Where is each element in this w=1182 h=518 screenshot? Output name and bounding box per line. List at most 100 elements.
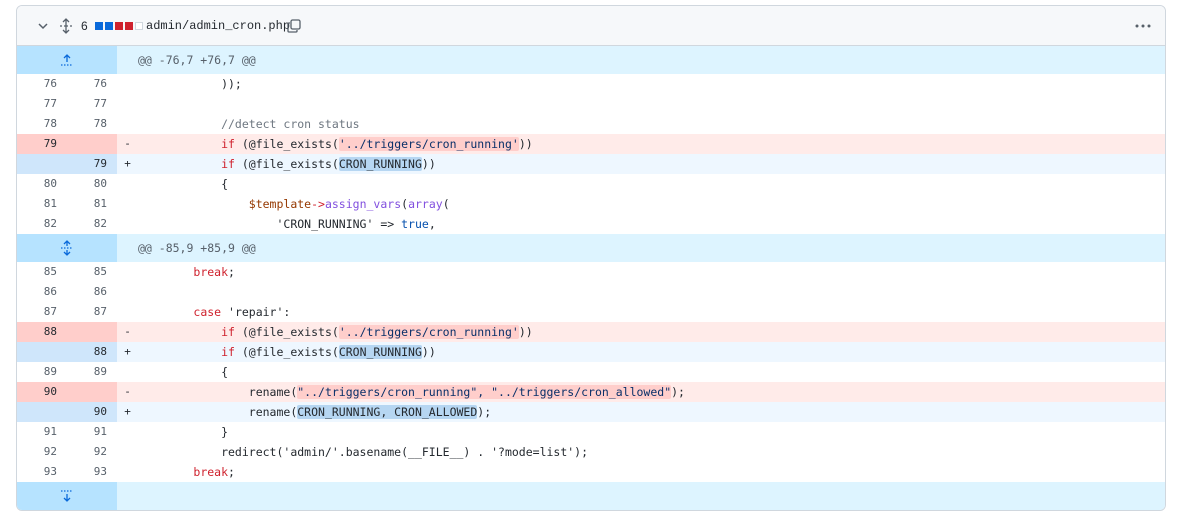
code-line: if (@file_exists(CRON_RUNNING)) bbox=[221, 157, 436, 171]
diff-marker: - bbox=[124, 385, 131, 398]
diffstat-block bbox=[105, 22, 113, 30]
code-line: break; bbox=[193, 465, 235, 479]
code-line: redirect('admin/'.basename(__FILE__) . '… bbox=[138, 445, 589, 459]
table-row: 80 80 { bbox=[17, 174, 1165, 194]
old-line-number[interactable]: 92 bbox=[17, 442, 67, 462]
code-line: rename(CRON_RUNNING, CRON_ALLOWED); bbox=[138, 405, 492, 419]
old-line-number[interactable] bbox=[17, 342, 67, 362]
code-line: //detect cron status bbox=[138, 117, 360, 131]
old-line-number[interactable]: 78 bbox=[17, 114, 67, 134]
diffstat bbox=[95, 6, 144, 46]
new-line-number[interactable]: 91 bbox=[67, 422, 117, 442]
table-row: 78 78 //detect cron status bbox=[17, 114, 1165, 134]
old-line-number[interactable]: 89 bbox=[17, 362, 67, 382]
old-line-number[interactable] bbox=[17, 154, 67, 174]
new-line-number[interactable]: 82 bbox=[67, 214, 117, 234]
table-row: 93 93 break; bbox=[17, 462, 1165, 482]
new-line-number[interactable]: 92 bbox=[67, 442, 117, 462]
copy-icon[interactable] bbox=[286, 6, 302, 46]
diff-marker: + bbox=[124, 345, 131, 358]
hunk-header-row: @@ -76,7 +76,7 @@ bbox=[17, 46, 1165, 74]
old-line-number[interactable] bbox=[17, 402, 67, 422]
diff-file: 6 admin/admin_cron.php @@ -76,7 +76,7 @@… bbox=[16, 5, 1166, 511]
new-line-number[interactable]: 87 bbox=[67, 302, 117, 322]
deleted-row: 88 - if (@file_exists('../triggers/cron_… bbox=[17, 322, 1165, 342]
code-line: break; bbox=[193, 265, 235, 279]
old-line-number[interactable]: 85 bbox=[17, 262, 67, 282]
old-line-number[interactable]: 88 bbox=[17, 322, 67, 342]
new-line-number[interactable]: 76 bbox=[67, 74, 117, 94]
new-line-number[interactable]: 88 bbox=[67, 342, 117, 362]
diff-marker: - bbox=[124, 137, 131, 150]
new-line-number[interactable] bbox=[67, 134, 117, 154]
new-line-number[interactable] bbox=[67, 322, 117, 342]
table-row: 86 86 bbox=[17, 282, 1165, 302]
new-line-number[interactable]: 90 bbox=[67, 402, 117, 422]
table-row: 92 92 redirect('admin/'.basename(__FILE_… bbox=[17, 442, 1165, 462]
diffstat-block bbox=[95, 22, 103, 30]
code-line: if (@file_exists('../triggers/cron_runni… bbox=[221, 137, 533, 151]
new-line-number[interactable]: 77 bbox=[67, 94, 117, 114]
old-line-number[interactable]: 79 bbox=[17, 134, 67, 154]
code-line: { bbox=[138, 365, 229, 379]
expand-down-row bbox=[17, 482, 1165, 510]
expand-all-icon[interactable] bbox=[58, 6, 74, 46]
diff-marker: + bbox=[124, 405, 131, 418]
table-row: 77 77 bbox=[17, 94, 1165, 114]
code-line: 'CRON_RUNNING' => true, bbox=[138, 217, 436, 231]
code-line: if (@file_exists('../triggers/cron_runni… bbox=[221, 325, 533, 339]
code-line: case 'repair': bbox=[193, 305, 291, 319]
file-name-link[interactable]: admin/admin_cron.php bbox=[146, 6, 290, 46]
added-row: 88 + if (@file_exists(CRON_RUNNING)) bbox=[17, 342, 1165, 362]
table-row: 87 87 case 'repair': bbox=[17, 302, 1165, 322]
old-line-number[interactable]: 86 bbox=[17, 282, 67, 302]
code-line: $template->assign_vars(array( bbox=[248, 197, 450, 211]
collapse-chevron-icon[interactable] bbox=[36, 6, 50, 46]
old-line-number[interactable]: 91 bbox=[17, 422, 67, 442]
old-line-number[interactable]: 76 bbox=[17, 74, 67, 94]
code-line: rename("../triggers/cron_running", "../t… bbox=[138, 385, 685, 399]
old-line-number[interactable]: 93 bbox=[17, 462, 67, 482]
old-line-number[interactable]: 87 bbox=[17, 302, 67, 322]
deleted-row: 90 - rename("../triggers/cron_running", … bbox=[17, 382, 1165, 402]
deleted-row: 79 - if (@file_exists('../triggers/cron_… bbox=[17, 134, 1165, 154]
hunk-header: @@ -85,9 +85,9 @@ bbox=[138, 241, 256, 255]
old-line-number[interactable]: 90 bbox=[17, 382, 67, 402]
diff-marker: + bbox=[124, 157, 131, 170]
old-line-number[interactable]: 82 bbox=[17, 214, 67, 234]
old-line-number[interactable]: 77 bbox=[17, 94, 67, 114]
table-row: 82 82 'CRON_RUNNING' => true, bbox=[17, 214, 1165, 234]
code-line: } bbox=[138, 425, 229, 439]
new-line-number[interactable]: 93 bbox=[67, 462, 117, 482]
old-line-number[interactable]: 80 bbox=[17, 174, 67, 194]
new-line-number[interactable]: 80 bbox=[67, 174, 117, 194]
diffstat-block bbox=[115, 22, 123, 30]
new-line-number[interactable]: 86 bbox=[67, 282, 117, 302]
new-line-number[interactable]: 85 bbox=[67, 262, 117, 282]
new-line-number[interactable]: 79 bbox=[67, 154, 117, 174]
code-line: )); bbox=[138, 77, 242, 91]
table-row: 91 91 } bbox=[17, 422, 1165, 442]
code-line: if (@file_exists(CRON_RUNNING)) bbox=[221, 345, 436, 359]
new-line-number[interactable] bbox=[67, 382, 117, 402]
added-row: 90 + rename(CRON_RUNNING, CRON_ALLOWED); bbox=[17, 402, 1165, 422]
new-line-number[interactable]: 78 bbox=[67, 114, 117, 134]
expand-both-icon[interactable] bbox=[17, 234, 117, 262]
diff-table: @@ -76,7 +76,7 @@ 76 76 )); 77 77 78 78 … bbox=[17, 46, 1165, 510]
code-line: { bbox=[138, 177, 229, 191]
expand-up-icon[interactable] bbox=[17, 46, 117, 74]
diffstat-block bbox=[135, 22, 143, 30]
new-line-number[interactable]: 89 bbox=[67, 362, 117, 382]
diff-marker: - bbox=[124, 325, 131, 338]
changes-count: 6 bbox=[81, 19, 88, 33]
table-row: 85 85 break; bbox=[17, 262, 1165, 282]
added-row: 79 + if (@file_exists(CRON_RUNNING)) bbox=[17, 154, 1165, 174]
diffstat-block bbox=[125, 22, 133, 30]
more-options-icon[interactable] bbox=[1135, 6, 1151, 46]
old-line-number[interactable]: 81 bbox=[17, 194, 67, 214]
hunk-header: @@ -76,7 +76,7 @@ bbox=[138, 53, 256, 67]
expand-down-icon[interactable] bbox=[17, 482, 117, 510]
new-line-number[interactable]: 81 bbox=[67, 194, 117, 214]
